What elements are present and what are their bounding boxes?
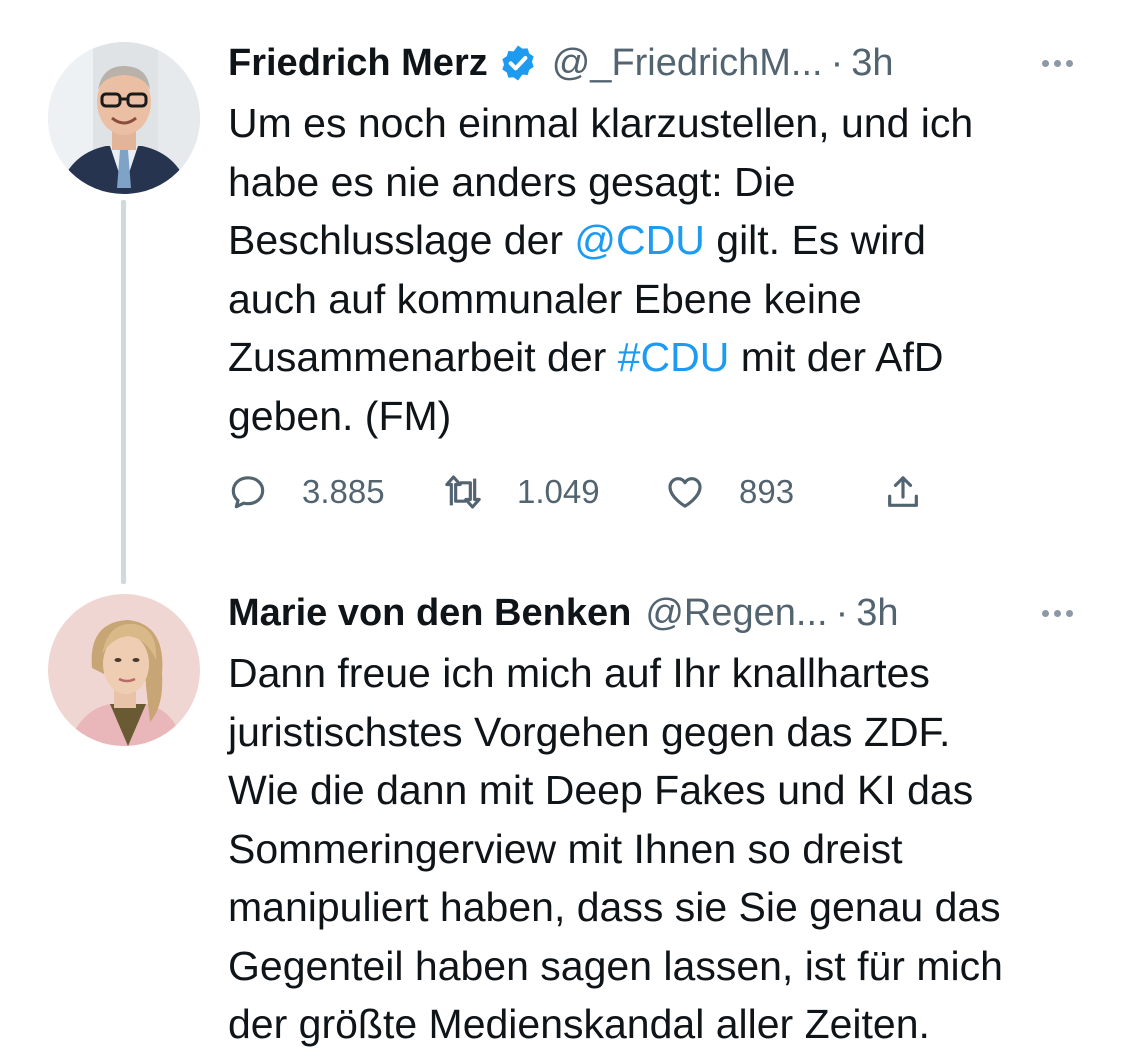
tweet-timestamp[interactable]: 3h: [851, 42, 893, 85]
avatar-photo-man-icon: [48, 42, 200, 194]
tweet-text-line: Sommeringerview mit Ihnen so dreist: [228, 825, 903, 872]
share-button[interactable]: [883, 462, 923, 522]
tweet-header: Marie von den Benken @Regen... · 3h: [228, 585, 899, 641]
tweet-text-line: Beschlusslage der @CDU gilt. Es wird: [228, 217, 926, 263]
share-icon: [888, 476, 918, 507]
author-name[interactable]: Friedrich Merz: [228, 42, 488, 85]
tweet-text-line: Dann freue ich mich auf Ihr knallhartes: [228, 650, 930, 696]
like-button[interactable]: 893: [665, 462, 794, 522]
tweet-text-line: juristischstes Vorgehen gegen das ZDF.: [228, 708, 951, 755]
verified-badge-icon: [498, 43, 538, 83]
tweet-text-line: Wie die dann mit Deep Fakes und KI das: [228, 767, 974, 813]
more-options-icon[interactable]: [1042, 35, 1073, 91]
author-name[interactable]: Marie von den Benken: [228, 592, 631, 635]
retweet-icon: [445, 475, 481, 509]
tweet-text-line: der größte Medienskandal aller Zeiten.: [228, 1001, 930, 1047]
avatar-photo-woman-icon: [48, 594, 200, 746]
retweet-count: 1.049: [517, 473, 600, 510]
heart-icon: [668, 477, 702, 508]
author-handle[interactable]: @_FriedrichM...: [552, 42, 823, 85]
mention-link[interactable]: @CDU: [574, 217, 704, 263]
tweet-text: Dann freue ich mich auf Ihr knallhartes …: [228, 644, 1003, 1054]
tweet-text: Um es noch einmal klarzustellen, und ich…: [228, 94, 973, 445]
avatar-marie-von-den-benken[interactable]: [48, 594, 200, 746]
tweet-text-line: habe es nie anders gesagt: Die: [228, 158, 796, 205]
reply-button[interactable]: 3.885: [228, 462, 385, 522]
tweet-header: Friedrich Merz @_FriedrichM... · 3h: [228, 35, 894, 91]
thread-connector-line: [121, 200, 126, 584]
separator-dot: ·: [835, 591, 849, 634]
like-count: 893: [739, 473, 795, 510]
separator-dot: ·: [830, 41, 844, 84]
reply-icon: [231, 476, 265, 509]
tweet-text-line: manipuliert haben, dass sie Sie genau da…: [228, 884, 1001, 930]
hashtag-link[interactable]: #CDU: [618, 334, 730, 380]
author-handle[interactable]: @Regen...: [645, 592, 827, 635]
tweet-timestamp[interactable]: 3h: [856, 592, 898, 635]
avatar-friedrich-merz[interactable]: [48, 42, 200, 194]
tweet-text-line: geben. (FM): [228, 392, 452, 439]
tweet-text-line: Zusammenarbeit der #CDU mit der AfD: [228, 334, 944, 380]
retweet-button[interactable]: 1.049: [443, 462, 600, 522]
tweet-text-line: Gegenteil haben sagen lassen, ist für mi…: [228, 942, 1003, 989]
more-options-icon[interactable]: [1042, 585, 1073, 641]
tweet-text-line: Um es noch einmal klarzustellen, und ich: [228, 100, 974, 146]
reply-count: 3.885: [302, 473, 385, 510]
tweet-thread: Friedrich Merz @_FriedrichM... · 3h Um e…: [0, 0, 1125, 1061]
tweet-text-line: auch auf kommunaler Ebene keine: [228, 275, 862, 322]
